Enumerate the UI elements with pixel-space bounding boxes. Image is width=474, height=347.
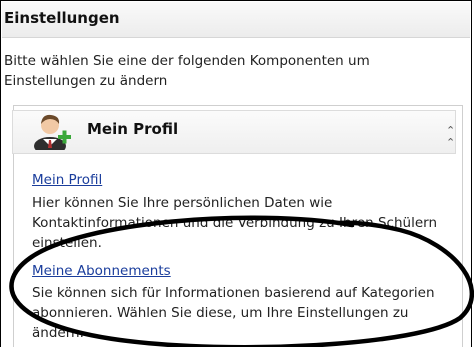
my-subscriptions-link[interactable]: Meine Abonnements bbox=[32, 261, 171, 281]
my-subscriptions-description: Sie können sich für Informationen basier… bbox=[32, 285, 435, 341]
panel-header[interactable] bbox=[12, 110, 456, 154]
collapse-chevron-icon[interactable]: ⌃ ⌃ bbox=[446, 125, 455, 149]
panel-title: Mein Profil bbox=[87, 120, 179, 138]
user-add-icon bbox=[34, 114, 71, 150]
intro-text: Bitte wählen Sie eine der folgenden Komp… bbox=[4, 53, 370, 89]
my-profile-link[interactable]: Mein Profil bbox=[32, 170, 102, 190]
page-title: Einstellungen bbox=[4, 9, 120, 27]
my-profile-description: Hier können Sie Ihre persönlichen Daten … bbox=[32, 195, 437, 251]
